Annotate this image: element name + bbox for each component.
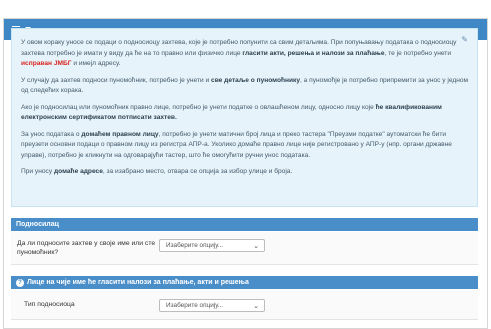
info-paragraph-1: У овом кораку уносе се подаци о подносио… — [21, 39, 457, 67]
section-payee-title: Лице на чије име ће гласити налози за пл… — [27, 279, 249, 286]
form-row-representation: Да ли подносите захтев у своје име или с… — [11, 232, 478, 265]
info-paragraph-4: За унос података о домаћем правном лицу,… — [21, 130, 452, 159]
help-icon[interactable]: ? — [16, 278, 24, 287]
representation-select-value: Изаберите опцију... — [166, 242, 224, 249]
info-box: ✎ У овом кораку уносе се подаци о поднос… — [11, 28, 478, 207]
applicant-type-select-value: Изаберите опцију... — [166, 302, 224, 309]
chevron-down-icon: ⌄ — [253, 243, 259, 250]
representation-select[interactable]: Изаберите опцију... ⌄ — [159, 239, 265, 252]
section-payee: ? Лице на чије име ће гласити налози за … — [11, 276, 478, 289]
form-row-applicant-type: Тип подносиоца Изаберите опцију... ⌄ — [11, 290, 478, 320]
info-paragraph-2: У случају да захтев подноси пуномоћник, … — [21, 76, 469, 95]
section-applicant-title: Подносилац — [16, 221, 59, 228]
applicant-type-select[interactable]: Изаберите опцију... ⌄ — [159, 299, 265, 312]
pin-icon[interactable]: ✎ — [461, 35, 468, 46]
section-applicant: Подносилац — [11, 218, 478, 231]
info-paragraph-5: При уносу домаће адресе, за изабрано мес… — [21, 168, 293, 175]
info-paragraph-3: Ако је подносилац или пуномоћник правно … — [21, 103, 442, 122]
representation-label: Да ли подносите захтев у своје име или с… — [17, 240, 156, 256]
chevron-down-icon: ⌄ — [253, 303, 259, 310]
applicant-type-label: Тип подносиоца — [24, 301, 75, 308]
